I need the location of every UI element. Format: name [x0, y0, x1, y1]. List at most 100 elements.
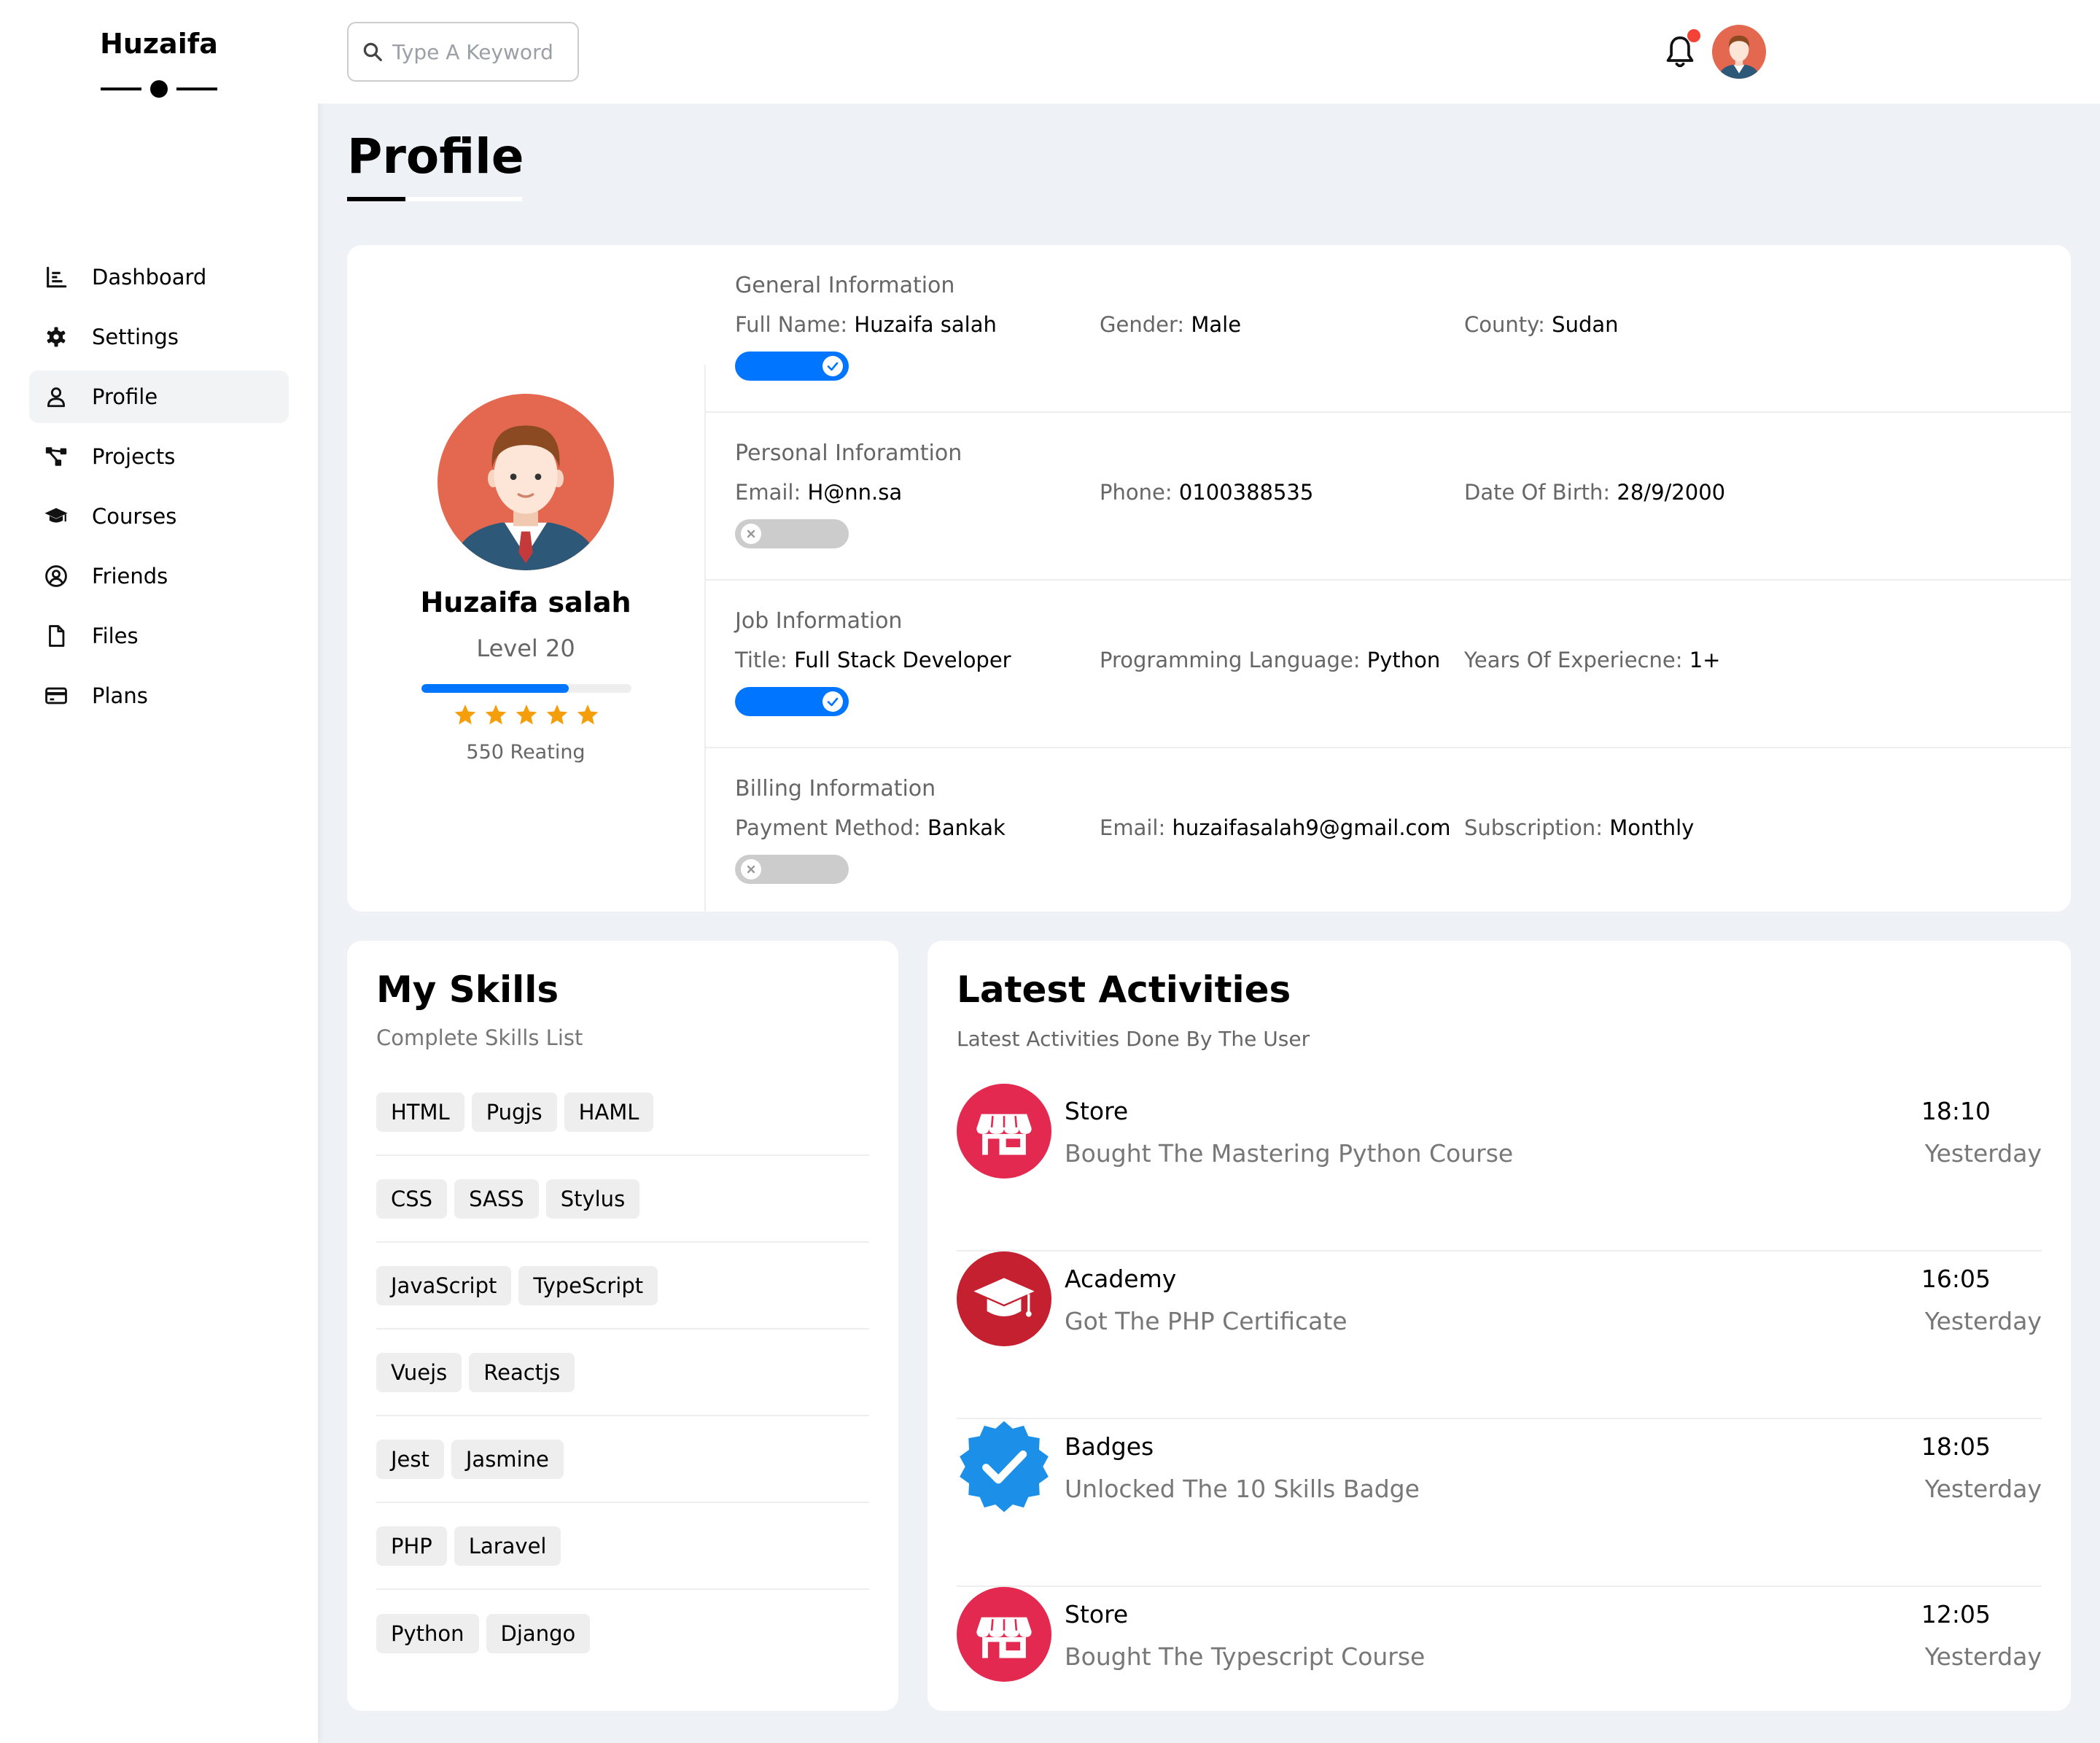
info-field-label: Payment Method: [735, 815, 921, 840]
profile-name: Huzaifa salah [420, 586, 631, 618]
diagram-icon [45, 447, 67, 466]
activities-subtitle: Latest Activities Done By The User [957, 1027, 1310, 1051]
rating-stars [454, 703, 599, 732]
info-field: Full Name: Huzaifa salah [735, 312, 997, 337]
sidebar: Huzaifa Dashboard Settings Profile Projects… [0, 0, 318, 1743]
skills-row: PHP Laravel [376, 1503, 869, 1590]
info-field-value: Bankak [927, 815, 1006, 840]
activity-time: 12:05 [1921, 1600, 1991, 1629]
close-icon [747, 529, 755, 538]
level-progress-bar [421, 684, 631, 693]
info-field-value: H@nn.sa [807, 480, 903, 505]
section-toggle[interactable] [735, 855, 849, 884]
star-icon [546, 704, 568, 725]
graduation-cap-icon [44, 508, 68, 523]
user-icon [47, 387, 66, 408]
logo: Huzaifa [100, 28, 218, 60]
activity-item: Academy Got The PHP Certificate 16:05 Yeste… [957, 1251, 2042, 1419]
sidebar-item-label: Profile [92, 384, 158, 409]
skill-tag: HAML [564, 1092, 654, 1132]
info-field: Programming Language: Python [1100, 648, 1440, 672]
skills-row: Python Django [376, 1590, 869, 1677]
skills-subtitle: Complete Skills List [376, 1025, 583, 1050]
sidebar-item-label: Dashboard [92, 265, 207, 290]
activity-day: Yesterday [1924, 1642, 2042, 1671]
badge-icon [960, 1421, 1049, 1513]
sidebar-item-label: Settings [92, 325, 179, 349]
info-field: Phone: 0100388535 [1100, 480, 1313, 505]
skills-title: My Skills [376, 968, 559, 1011]
skills-row: JavaScript TypeScript [376, 1243, 869, 1329]
close-icon [747, 865, 755, 874]
sidebar-item-profile[interactable]: Profile [29, 370, 289, 423]
chart-icon [47, 266, 67, 288]
sidebar-item-label: Files [92, 624, 139, 648]
section-toggle[interactable] [735, 352, 849, 381]
info-field-label: Gender: [1100, 312, 1185, 337]
check-icon [827, 362, 839, 371]
info-field-label: Title: [735, 648, 788, 672]
skill-tag: TypeScript [518, 1265, 658, 1305]
skill-tag: Pugjs [471, 1092, 557, 1132]
title-underline [347, 197, 405, 201]
info-field-value: Full Stack Developer [794, 648, 1011, 672]
skill-tag: Jasmine [451, 1439, 564, 1479]
info-section: Personal Inforamtion Email: H@nn.sa Phone:… [706, 413, 2071, 581]
skills-row: CSS SASS Stylus [376, 1156, 869, 1243]
gear-icon [47, 327, 66, 347]
section-toggle[interactable] [735, 519, 849, 548]
skill-tag: SASS [454, 1179, 539, 1219]
info-field-value: 1+ [1689, 648, 1721, 672]
sidebar-item-dashboard[interactable]: Dashboard [29, 251, 289, 303]
star-icon [516, 704, 537, 725]
info-field-value: Python [1366, 648, 1441, 672]
activity-time: 18:05 [1921, 1432, 1991, 1461]
sidebar-item-files[interactable]: Files [29, 610, 289, 662]
info-field-label: County: [1464, 312, 1545, 337]
skills-card: My Skills Complete Skills List HTML Pugjs… [347, 941, 898, 1711]
file-icon [49, 625, 65, 647]
sidebar-nav: Dashboard Settings Profile Projects Courses F… [29, 251, 289, 729]
top-header [318, 0, 2100, 104]
notification-dot [1687, 29, 1700, 42]
star-icon [485, 704, 507, 725]
info-field: Email: huzaifasalah9@gmail.com [1100, 815, 1450, 840]
search-box[interactable] [347, 22, 579, 82]
info-field-label: Full Name: [735, 312, 848, 337]
activity-description: Bought The Typescript Course [1065, 1642, 1426, 1671]
info-field: Title: Full Stack Developer [735, 648, 1011, 672]
sidebar-item-label: Projects [92, 444, 176, 469]
check-icon [827, 697, 839, 707]
skill-tag: Jest [376, 1439, 444, 1479]
info-section-title: Job Information [735, 608, 903, 634]
sidebar-item-settings[interactable]: Settings [29, 311, 289, 363]
skill-tag: CSS [376, 1179, 448, 1219]
skill-tag: Reactjs [469, 1352, 575, 1392]
header-avatar[interactable] [1712, 25, 1766, 79]
info-field-value: Male [1191, 312, 1242, 337]
skill-tag: Django [486, 1613, 591, 1653]
skill-tag: JavaScript [376, 1265, 512, 1305]
profile-card: Huzaifa salah Level 20 550 Reating Gener… [347, 245, 2071, 912]
search-input[interactable] [392, 39, 553, 64]
page-title: Profile [347, 128, 524, 185]
info-field-label: Phone: [1100, 480, 1172, 505]
skill-tag: PHP [376, 1526, 447, 1566]
info-section-title: Personal Inforamtion [735, 440, 962, 466]
sidebar-item-plans[interactable]: Plans [29, 669, 289, 722]
activity-description: Bought The Mastering Python Course [1065, 1139, 1514, 1168]
skill-tag: Stylus [545, 1179, 640, 1219]
skills-row: Vuejs Reactjs [376, 1329, 869, 1416]
activity-title: Badges [1065, 1432, 1154, 1461]
info-section-title: Billing Information [735, 776, 936, 801]
section-toggle[interactable] [735, 687, 849, 716]
info-field-label: Years Of Experiecne: [1464, 648, 1683, 672]
sidebar-item-projects[interactable]: Projects [29, 430, 289, 483]
info-field-value: Huzaifa salah [854, 312, 997, 337]
sidebar-item-friends[interactable]: Friends [29, 550, 289, 602]
info-field-value: huzaifasalah9@gmail.com [1172, 815, 1451, 840]
sidebar-item-courses[interactable]: Courses [29, 490, 289, 543]
skill-tag: Laravel [454, 1526, 561, 1566]
rating-count: 550 Reating [466, 741, 586, 764]
user-circle-icon [45, 565, 67, 587]
